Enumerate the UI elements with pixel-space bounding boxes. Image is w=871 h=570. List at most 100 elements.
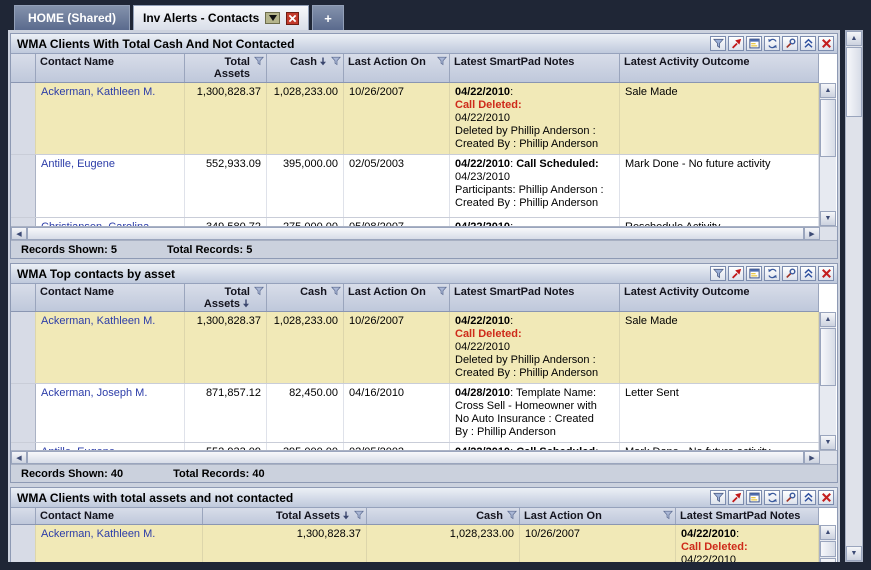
pin-icon[interactable] [728, 490, 744, 505]
tools-icon[interactable] [782, 36, 798, 51]
close-icon[interactable] [818, 490, 834, 505]
row-selector[interactable] [11, 155, 36, 217]
tab-inv-alerts-contacts[interactable]: Inv Alerts - Contacts [133, 5, 310, 30]
collapse-icon[interactable] [800, 36, 816, 51]
row-selector[interactable] [11, 83, 36, 154]
grid-scroll-up-icon[interactable]: ▲ [820, 312, 836, 327]
contact-name-link[interactable]: Ackerman, Kathleen M. [41, 528, 155, 540]
page-scroll-down-icon[interactable]: ▼ [846, 546, 862, 561]
grid-scroll-right-icon[interactable]: ▶ [804, 451, 820, 464]
filter-icon[interactable] [710, 490, 726, 505]
new-tab-button[interactable]: + [312, 5, 344, 30]
grid-vertical-scrollbar[interactable]: ▲▼ [819, 525, 836, 562]
contact-name-link[interactable]: Antille, Eugene [41, 158, 115, 170]
contact-name-link[interactable]: Ackerman, Kathleen M. [41, 86, 155, 98]
grid-scroll-thumb[interactable] [820, 328, 836, 386]
refresh-icon[interactable] [764, 490, 780, 505]
grid-scroll-right-icon[interactable]: ▶ [804, 227, 820, 240]
pin-icon[interactable] [728, 36, 744, 51]
contact-name-link[interactable]: Ackerman, Joseph M. [41, 387, 147, 399]
pin-icon[interactable] [728, 266, 744, 281]
tab-dropdown-icon[interactable] [265, 12, 281, 24]
grid-scroll-thumb[interactable] [820, 99, 836, 157]
page-scroll-thumb[interactable] [846, 47, 862, 117]
close-icon[interactable] [818, 36, 834, 51]
grid-scroll-track[interactable] [820, 387, 836, 435]
contact-name-link[interactable]: Christiansen, Carolina [41, 221, 149, 226]
column-header-contact-name[interactable]: Contact Name [36, 284, 185, 311]
grid-scroll-up-icon[interactable]: ▲ [820, 525, 836, 540]
row-selector[interactable] [11, 312, 36, 383]
column-header-latest-smartpad-notes[interactable]: Latest SmartPad Notes [676, 508, 819, 524]
row-selector[interactable] [11, 384, 36, 442]
filter-funnel-icon[interactable] [437, 56, 447, 69]
table-row[interactable]: Ackerman, Kathleen M. 1,300,828.37 1,028,2… [11, 83, 819, 155]
column-header-total-assets[interactable]: Total Assets [185, 284, 267, 311]
column-header-total-assets[interactable]: Total Assets [203, 508, 367, 524]
table-row[interactable]: Ackerman, Kathleen M. 1,300,828.37 1,028,2… [11, 525, 819, 562]
tools-icon[interactable] [782, 490, 798, 505]
filter-funnel-icon[interactable] [663, 510, 673, 523]
window-icon[interactable] [746, 490, 762, 505]
grid-vertical-scrollbar[interactable]: ▲▼ [819, 312, 836, 450]
column-header-contact-name[interactable]: Contact Name [36, 508, 203, 524]
row-selector[interactable] [11, 525, 36, 562]
table-row[interactable]: Ackerman, Kathleen M. 1,300,828.37 1,028,2… [11, 312, 819, 384]
filter-funnel-icon[interactable] [254, 286, 264, 299]
filter-funnel-icon[interactable] [437, 286, 447, 299]
contact-name-link[interactable]: Ackerman, Kathleen M. [41, 315, 155, 327]
grid-scroll-down-icon[interactable]: ▼ [820, 558, 836, 562]
row-selector[interactable] [11, 218, 36, 226]
collapse-icon[interactable] [800, 266, 816, 281]
grid-vertical-scrollbar[interactable]: ▲▼ [819, 83, 836, 226]
column-header-cash[interactable]: Cash [367, 508, 520, 524]
page-scroll-up-icon[interactable]: ▲ [846, 31, 862, 46]
column-header-contact-name[interactable]: Contact Name [36, 54, 185, 82]
tools-icon[interactable] [782, 266, 798, 281]
column-header-last-action-on[interactable]: Last Action On [344, 284, 450, 311]
filter-funnel-icon[interactable] [331, 56, 341, 69]
contact-name-link[interactable]: Antille, Eugene [41, 446, 115, 450]
grid-scroll-left-icon[interactable]: ◀ [11, 227, 27, 240]
column-header-latest-smartpad-notes[interactable]: Latest SmartPad Notes [450, 54, 620, 82]
grid-scroll-down-icon[interactable]: ▼ [820, 435, 836, 450]
window-icon[interactable] [746, 266, 762, 281]
refresh-icon[interactable] [764, 36, 780, 51]
filter-icon[interactable] [710, 36, 726, 51]
column-header-cash[interactable]: Cash [267, 54, 344, 82]
refresh-icon[interactable] [764, 266, 780, 281]
grid-scroll-thumb[interactable] [820, 541, 836, 557]
table-row[interactable]: Ackerman, Joseph M. 871,857.12 82,450.00 04… [11, 384, 819, 443]
page-scrollbar[interactable]: ▲ ▼ [845, 30, 863, 562]
grid-horizontal-scrollbar[interactable]: ◀ ▶ [11, 450, 837, 464]
column-header-last-action-on[interactable]: Last Action On [344, 54, 450, 82]
tab-close-icon[interactable] [286, 11, 300, 25]
page-scroll-track[interactable] [846, 118, 862, 546]
grid-horizontal-scrollbar[interactable]: ◀ ▶ [11, 226, 837, 240]
column-header-latest-activity-outcome[interactable]: Latest Activity Outcome [620, 54, 819, 82]
filter-funnel-icon[interactable] [331, 286, 341, 299]
column-header-last-action-on[interactable]: Last Action On [520, 508, 676, 524]
collapse-icon[interactable] [800, 490, 816, 505]
grid-scroll-track[interactable] [820, 158, 836, 211]
table-row[interactable]: Christiansen, Carolina 349,580.72275,000.… [11, 218, 819, 226]
filter-funnel-icon[interactable] [354, 510, 364, 523]
grid-hscroll-thumb[interactable] [27, 451, 804, 464]
table-row[interactable]: Antille, Eugene 552,933.09395,000.0002/05… [11, 443, 819, 450]
filter-funnel-icon[interactable] [254, 56, 264, 69]
column-header-total-assets[interactable]: Total Assets [185, 54, 267, 82]
grid-scroll-left-icon[interactable]: ◀ [11, 451, 27, 464]
column-header-latest-smartpad-notes[interactable]: Latest SmartPad Notes [450, 284, 620, 311]
tab-home-shared[interactable]: HOME (Shared) [14, 5, 131, 30]
table-row[interactable]: Antille, Eugene 552,933.09395,000.0002/05… [11, 155, 819, 218]
grid-scroll-up-icon[interactable]: ▲ [820, 83, 836, 98]
column-header-latest-activity-outcome[interactable]: Latest Activity Outcome [620, 284, 819, 311]
grid-hscroll-thumb[interactable] [27, 227, 804, 240]
grid-scroll-down-icon[interactable]: ▼ [820, 211, 836, 226]
column-header-cash[interactable]: Cash [267, 284, 344, 311]
row-selector[interactable] [11, 443, 36, 450]
filter-funnel-icon[interactable] [507, 510, 517, 523]
window-icon[interactable] [746, 36, 762, 51]
close-icon[interactable] [818, 266, 834, 281]
filter-icon[interactable] [710, 266, 726, 281]
